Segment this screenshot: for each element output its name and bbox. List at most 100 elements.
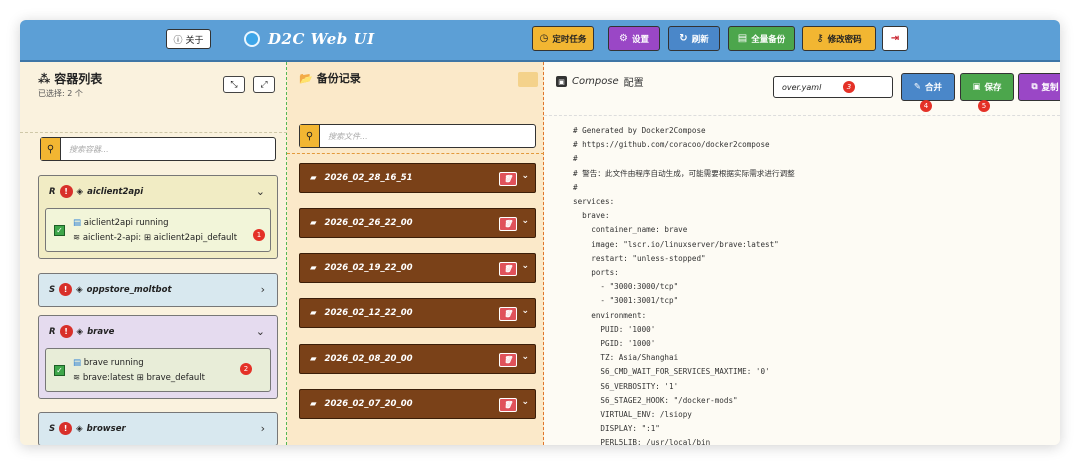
change-password-button[interactable]: ⚷ 修改密码 [802, 26, 876, 51]
container-name: aiclient2api [87, 186, 144, 197]
info-circle-icon: ⓘ [173, 35, 183, 46]
logout-icon: ⇥ [890, 33, 900, 44]
delete-button[interactable]: 🗑 [499, 398, 517, 412]
container-card-header[interactable]: S ! ◈ browser › [39, 413, 277, 445]
container-card-header[interactable]: S ! ◈ oppstore_moltbot › [39, 274, 277, 306]
checkbox-checked-icon[interactable]: ✓ [54, 225, 65, 236]
code-line: # [573, 154, 578, 164]
code-line: - "3000:3000/tcp" [573, 282, 679, 292]
pencil-icon: ✎ [913, 82, 922, 92]
trash-icon: 🗑 [503, 265, 513, 273]
chevron-right-icon[interactable]: › [261, 422, 265, 435]
chevron-down-icon[interactable]: ⌄ [521, 261, 529, 271]
container-detail: ✓ ▤ aiclient2api running ≋ aiclient-2-ap… [45, 208, 271, 252]
alert-icon: ! [59, 283, 73, 296]
app-title: D2C Web UI [268, 30, 375, 48]
scheduled-task-button[interactable]: ◷ 定时任务 [532, 26, 594, 51]
folder-icon [518, 72, 538, 87]
layers-icon: ≋ [73, 373, 81, 383]
expand-all-button[interactable]: ⤢ [253, 76, 275, 93]
code-line: VIRTUAL_ENV: /lsiopy [573, 410, 692, 420]
trash-icon: 🗑 [503, 220, 513, 228]
container-name: oppstore_moltbot [86, 284, 172, 295]
code-line: S6_STAGE2_HOOK: "/docker-mods" [573, 395, 738, 405]
container-card-header[interactable]: R ! ◈ brave ⌄ [39, 316, 277, 348]
merge-button[interactable]: ✎ 合并 [901, 73, 955, 101]
compose-code-editor[interactable]: # Generated by Docker2Compose # https://g… [573, 124, 1053, 445]
container-image-info: ≋ brave:latest ⊞ brave_default [73, 373, 206, 383]
chevron-down-icon[interactable]: ⌄ [521, 171, 529, 181]
chevron-down-icon[interactable]: ⌄ [256, 185, 265, 198]
container-card-header[interactable]: R ! ◈ aiclient2api ⌄ [39, 176, 277, 208]
trash-icon: 🗑 [503, 401, 513, 409]
backup-item[interactable]: ▰ 2026_02_08_20_00 🗑 ⌄ [299, 344, 536, 374]
chevron-down-icon[interactable]: ⌄ [521, 352, 529, 362]
chevron-down-icon[interactable]: ⌄ [256, 325, 265, 338]
trash-icon: 🗑 [503, 175, 513, 183]
folder-icon: ▰ [310, 354, 317, 364]
container-search-input[interactable]: ⚲ 搜索容器... [40, 137, 276, 161]
alert-icon: ! [59, 185, 73, 198]
about-button[interactable]: ⓘ 关于 [166, 29, 211, 49]
chevron-down-icon[interactable]: ⌄ [521, 397, 529, 407]
network-icon: ⊞ [143, 233, 151, 243]
collapse-all-button[interactable]: ⤡ [223, 76, 245, 93]
backup-item[interactable]: ▰ 2026_02_28_16_51 🗑 ⌄ [299, 163, 536, 193]
delete-button[interactable]: 🗑 [499, 217, 517, 231]
checkbox-checked-icon[interactable]: ✓ [54, 365, 65, 376]
container-detail: ✓ ▤ brave running ≋ brave:latest ⊞ brave… [45, 348, 271, 392]
folder-icon: ▰ [310, 218, 317, 228]
container-name: browser [86, 423, 126, 434]
alert-icon: ! [59, 325, 73, 338]
chevron-down-icon[interactable]: ⌄ [521, 216, 529, 226]
search-icon: ⚲ [41, 138, 61, 160]
server-icon: ▤ [73, 218, 82, 228]
step-marker: 1 [253, 229, 265, 241]
clock-icon: ◷ [539, 33, 549, 44]
code-line: PERL5LIB: /usr/local/bin [573, 438, 711, 445]
backup-item[interactable]: ▰ 2026_02_26_22_00 🗑 ⌄ [299, 208, 536, 238]
backup-item[interactable]: ▰ 2026_02_07_20_00 🗑 ⌄ [299, 389, 536, 419]
chevron-down-icon[interactable]: ⌄ [521, 306, 529, 316]
container-card-browser[interactable]: S ! ◈ browser › [38, 412, 278, 445]
backup-item[interactable]: ▰ 2026_02_19_22_00 🗑 ⌄ [299, 253, 536, 283]
code-line: container_name: brave [573, 225, 688, 235]
code-line: PUID: '1000' [573, 324, 656, 334]
logout-button[interactable]: ⇥ [882, 26, 908, 51]
copy-button[interactable]: ⧉ 复制 [1018, 73, 1060, 101]
code-line: TZ: Asia/Shanghai [573, 353, 679, 363]
delete-button[interactable]: 🗑 [499, 172, 517, 186]
code-line: S6_VERBOSITY: '1' [573, 381, 679, 391]
container-card-oppstore_moltbot[interactable]: S ! ◈ oppstore_moltbot › [38, 273, 278, 307]
about-label: 关于 [185, 35, 204, 46]
cube-icon: ◈ [76, 186, 84, 197]
step-marker: 3 [843, 81, 855, 93]
delete-button[interactable]: 🗑 [499, 307, 517, 321]
backups-panel: 📂 备份记录 ⚲ 搜索文件... ▰ 2026_02_28_16_51 🗑 ⌄ … [287, 62, 544, 445]
filename-input[interactable]: over.yaml 3 [773, 76, 893, 98]
container-card-brave[interactable]: R ! ◈ brave ⌄ ✓ ▤ brave running ≋ brave:… [38, 315, 278, 399]
container-card-aiclient2api[interactable]: R ! ◈ aiclient2api ⌄ ✓ ▤ aiclient2api ru… [38, 175, 278, 259]
code-line: - "3001:3001/tcp" [573, 296, 679, 306]
code-line: # https://github.com/coracoo/docker2comp… [573, 140, 770, 150]
full-backup-button[interactable]: ▤ 全量备份 [728, 26, 795, 51]
chevron-right-icon[interactable]: › [261, 283, 265, 296]
code-line: DISPLAY: ":1" [573, 424, 660, 434]
save-button[interactable]: ▣ 保存 [960, 73, 1014, 101]
folder-icon: ▰ [310, 173, 317, 183]
backups-title: 📂 备份记录 [299, 71, 361, 86]
backup-item[interactable]: ▰ 2026_02_12_22_00 🗑 ⌄ [299, 298, 536, 328]
refresh-button[interactable]: ↻ 刷新 [668, 26, 720, 51]
trash-icon: 🗑 [503, 310, 513, 318]
container-status: ▤ brave running [73, 358, 144, 368]
code-line: PGID: '1000' [573, 339, 656, 349]
docker-file-icon: ▣ [556, 76, 567, 87]
delete-button[interactable]: 🗑 [499, 262, 517, 276]
backup-search-input[interactable]: ⚲ 搜索文件... [299, 124, 536, 148]
delete-button[interactable]: 🗑 [499, 353, 517, 367]
settings-button[interactable]: ⚙ 设置 [608, 26, 660, 51]
compress-icon: ⤡ [230, 79, 238, 90]
copy-icon: ⧉ [1031, 82, 1038, 92]
code-line: image: "lscr.io/linuxserver/brave:latest… [573, 239, 779, 249]
code-line: brave: [573, 211, 610, 221]
